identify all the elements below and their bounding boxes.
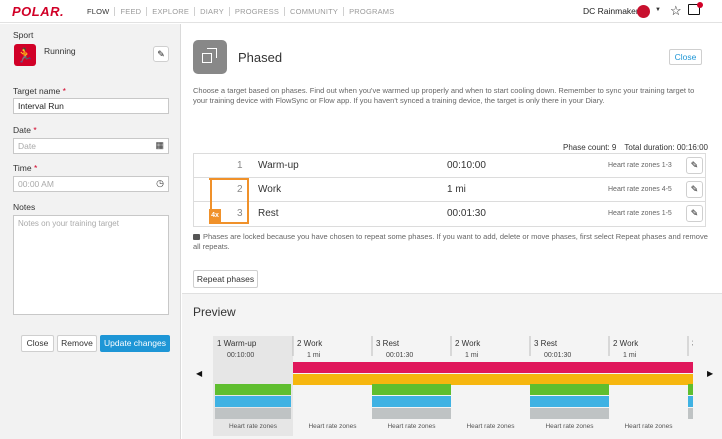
zone-band-z3 <box>688 384 693 395</box>
edit-phase-button[interactable]: ✎ <box>686 181 703 198</box>
star-icon[interactable]: ☆ <box>670 3 682 19</box>
zone-band-z3 <box>530 384 609 395</box>
segment-value: 1 mi <box>623 352 637 359</box>
phase-zones: Heart rate zones 1-5 <box>608 210 672 217</box>
chevron-down-icon[interactable]: ▼ <box>655 7 661 13</box>
phase-value: 1 mi <box>447 184 466 195</box>
scroll-right-icon[interactable]: ▶ <box>707 369 713 378</box>
phase-zones: Heart rate zones 1-3 <box>608 162 672 169</box>
notes-label: Notes <box>13 202 36 212</box>
zone-band-z1 <box>372 408 451 419</box>
zone-band-z4 <box>293 374 693 385</box>
date-label: Date * <box>13 125 37 135</box>
nav-flow[interactable]: FLOW <box>87 7 114 16</box>
phase-name: Warm-up <box>258 160 299 171</box>
lock-icon <box>193 234 200 240</box>
phase-name: Rest <box>258 208 279 219</box>
polar-logo[interactable]: POLAR. <box>12 4 64 19</box>
page-title: Phased <box>238 50 283 65</box>
zone-band-z1 <box>530 408 609 419</box>
date-input[interactable]: Date ▦ <box>13 138 169 154</box>
locked-phases-note: Phases are locked because you have chose… <box>193 232 708 251</box>
phase-row[interactable]: 3 Rest 00:01:30 Heart rate zones 1-5 ✎ <box>194 202 705 226</box>
phase-row[interactable]: 2 Work 1 mi Heart rate zones 4-5 ✎ <box>194 178 705 202</box>
segment-value: 1 mi <box>307 352 321 359</box>
remove-button[interactable]: Remove <box>57 335 97 352</box>
segment-label: 3 Rest <box>534 339 558 348</box>
preview-title: Preview <box>193 305 236 319</box>
zone-band-z1 <box>688 408 693 419</box>
calendar-icon[interactable]: ▦ <box>155 140 164 151</box>
phase-count: Phase count: 9 <box>563 143 617 152</box>
close-panel-button[interactable]: Close <box>669 49 702 65</box>
close-button[interactable]: Close <box>21 335 54 352</box>
notification-dot-icon <box>697 2 703 8</box>
avatar[interactable] <box>637 5 650 18</box>
segment-value: 00:01:30 <box>544 352 571 359</box>
phase-summary: Phase count: 9 Total duration: 00:16:00 <box>555 143 708 152</box>
zone-band-z2 <box>530 396 609 407</box>
zone-band-z2 <box>215 396 291 407</box>
segment-label: 2 Work <box>613 339 639 348</box>
segment-value: 00:01:30 <box>386 352 413 359</box>
nav-explore[interactable]: EXPLORE <box>146 7 194 16</box>
phase-value: 00:01:30 <box>447 208 486 219</box>
target-name-input[interactable]: Interval Run <box>13 98 169 114</box>
phase-number: 1 <box>237 160 243 171</box>
nav-programs[interactable]: PROGRAMS <box>343 7 399 16</box>
sport-label: Sport <box>13 30 34 40</box>
preview-chart: 1 Warm-up 00:10:00 Heart rate zones 2 Work 1… <box>213 336 693 436</box>
segment-zones-label: Heart rate zones <box>624 423 673 430</box>
update-changes-button[interactable]: Update changes <box>100 335 170 352</box>
time-label: Time * <box>13 163 38 173</box>
phase-name: Work <box>258 184 282 195</box>
main-nav: FLOW FEED EXPLORE DIARY PROGRESS COMMUNI… <box>87 7 399 16</box>
repeat-phases-button[interactable]: Repeat phases <box>193 270 258 288</box>
nav-diary[interactable]: DIARY <box>194 7 229 16</box>
segment-zones-label: Heart rate zones <box>229 423 278 430</box>
zone-band-z3 <box>215 384 291 395</box>
running-icon: 🏃 <box>14 44 36 66</box>
zone-band-z2 <box>688 396 693 407</box>
time-input[interactable]: 00:00 AM ◷ <box>13 176 169 192</box>
nav-feed[interactable]: FEED <box>114 7 146 16</box>
segment-zones-label: Heart rate zones <box>308 423 357 430</box>
segment-label: 2 Work <box>455 339 481 348</box>
phase-zones: Heart rate zones 4-5 <box>608 186 672 193</box>
zone-band-z2 <box>372 396 451 407</box>
notes-textarea[interactable]: Notes on your training target <box>13 215 169 315</box>
segment-value: 1 mi <box>465 352 479 359</box>
segment-zones-label: Heart rate zones <box>545 423 594 430</box>
edit-sport-button[interactable]: ✎ <box>153 46 169 62</box>
segment-label: 3 Rest <box>376 339 400 348</box>
segment-zones-label: Heart rate zones <box>387 423 436 430</box>
segment-zones-label: Heart rate zones <box>466 423 515 430</box>
zone-band-z3 <box>372 384 451 395</box>
phase-table: 1 Warm-up 00:10:00 Heart rate zones 1-3 … <box>193 153 706 227</box>
phase-value: 00:10:00 <box>447 160 486 171</box>
segment-label: 1 Warm-up <box>217 339 257 348</box>
total-duration: Total duration: 00:16:00 <box>624 143 708 152</box>
segment-label: 2 Work <box>297 339 323 348</box>
target-name-label: Target name * <box>13 86 66 96</box>
clock-icon[interactable]: ◷ <box>156 178 164 189</box>
top-navigation: POLAR. FLOW FEED EXPLORE DIARY PROGRESS … <box>0 0 722 23</box>
sport-name: Running <box>44 46 76 56</box>
phase-row[interactable]: 1 Warm-up 00:10:00 Heart rate zones 1-3 … <box>194 154 705 178</box>
zone-band-z5 <box>293 362 693 373</box>
scroll-left-icon[interactable]: ◀ <box>196 369 202 378</box>
zone-band-z1 <box>215 408 291 419</box>
edit-phase-button[interactable]: ✎ <box>686 157 703 174</box>
phased-description: Choose a target based on phases. Find ou… <box>193 86 695 105</box>
segment-value: 00:10:00 <box>227 352 254 359</box>
repeat-count-badge: 4x <box>209 209 221 222</box>
phased-target-icon <box>193 40 227 74</box>
nav-progress[interactable]: PROGRESS <box>228 7 284 16</box>
edit-phase-button[interactable]: ✎ <box>686 205 703 222</box>
segment-label: 3 Res <box>692 339 693 348</box>
user-name[interactable]: DC Rainmaker <box>583 6 639 16</box>
nav-community[interactable]: COMMUNITY <box>284 7 343 16</box>
